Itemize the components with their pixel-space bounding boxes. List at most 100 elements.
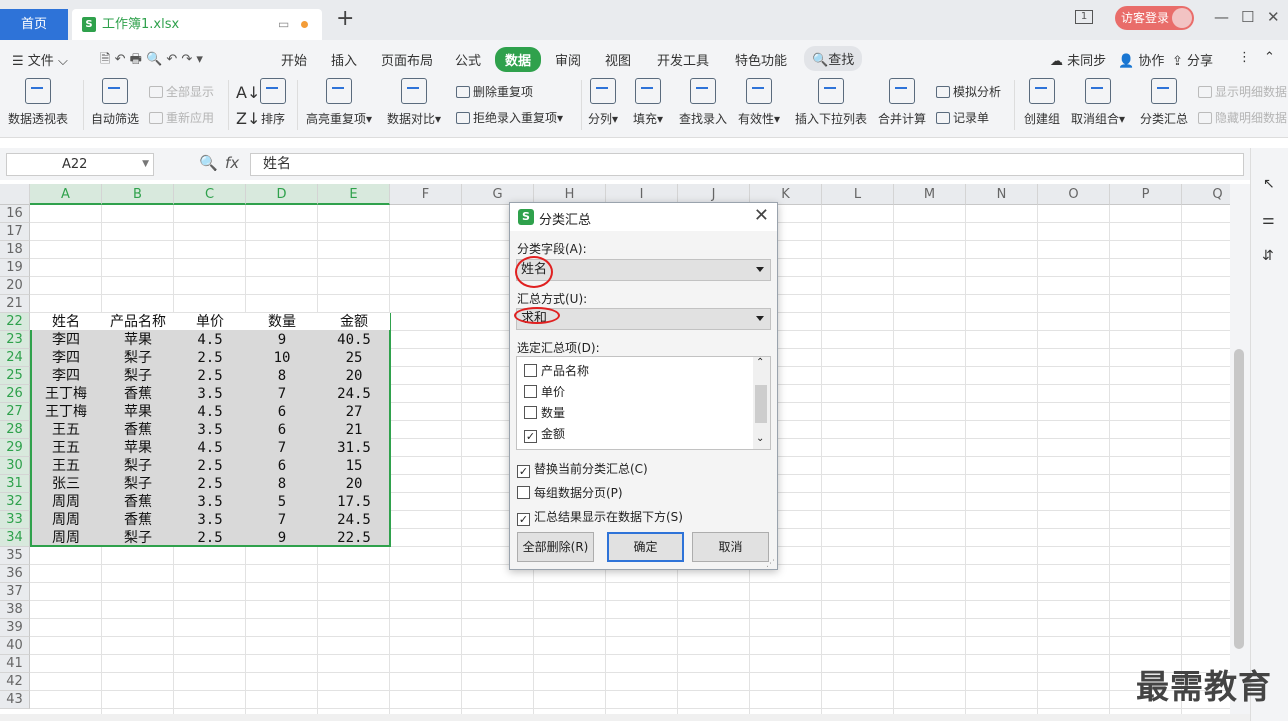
- table-cell[interactable]: 3.5: [174, 511, 246, 529]
- table-cell[interactable]: 王丁梅: [30, 403, 102, 421]
- row-header[interactable]: 18: [0, 241, 30, 259]
- column-header[interactable]: P: [1110, 184, 1182, 205]
- quick-access-icons[interactable]: 🗎 ↶ 🖶 🔍 ↶ ↷ ▾: [100, 50, 203, 72]
- row-header[interactable]: 37: [0, 583, 30, 601]
- record-sheet-button[interactable]: 记录单: [936, 109, 989, 126]
- menu-formula[interactable]: 公式: [455, 50, 481, 69]
- table-cell[interactable]: 22.5: [318, 529, 390, 547]
- remove-duplicates-button[interactable]: 删除重复项: [456, 83, 533, 100]
- table-cell[interactable]: 苹果: [102, 403, 174, 421]
- scrollbar-thumb[interactable]: [1234, 349, 1244, 649]
- table-cell[interactable]: 4.5: [174, 331, 246, 349]
- checkbox-checked[interactable]: ✓: [517, 513, 530, 526]
- table-cell[interactable]: 24.5: [318, 385, 390, 403]
- new-tab-button[interactable]: +: [336, 6, 354, 31]
- table-cell[interactable]: 梨子: [102, 457, 174, 475]
- row-header[interactable]: 43: [0, 691, 30, 709]
- table-cell[interactable]: 周周: [30, 493, 102, 511]
- validity-button[interactable]: 有效性▾: [738, 78, 780, 127]
- row-header[interactable]: 41: [0, 655, 30, 673]
- table-cell[interactable]: 王五: [30, 421, 102, 439]
- create-group-button[interactable]: 创建组: [1024, 78, 1060, 127]
- table-cell[interactable]: 香蕉: [102, 421, 174, 439]
- table-cell[interactable]: 2.5: [174, 529, 246, 547]
- minimize-icon[interactable]: —: [1214, 8, 1229, 26]
- field-select[interactable]: 姓名: [516, 259, 771, 281]
- row-header[interactable]: 20: [0, 277, 30, 295]
- table-cell[interactable]: 2.5: [174, 367, 246, 385]
- reject-duplicates-button[interactable]: 拒绝录入重复项▾: [456, 109, 563, 126]
- resize-grip-icon[interactable]: ⋰: [766, 559, 775, 569]
- table-cell[interactable]: 17.5: [318, 493, 390, 511]
- row-header[interactable]: 42: [0, 673, 30, 691]
- tab-home[interactable]: 首页: [0, 9, 68, 40]
- checkbox[interactable]: [524, 385, 537, 398]
- row-header[interactable]: 29: [0, 439, 30, 457]
- column-header[interactable]: A: [30, 184, 102, 205]
- sort-desc-icon[interactable]: Z↓: [236, 109, 260, 128]
- row-header[interactable]: 22: [0, 313, 30, 331]
- table-header-cell[interactable]: 金额: [318, 313, 390, 330]
- table-cell[interactable]: 2.5: [174, 349, 246, 367]
- table-cell[interactable]: 李四: [30, 367, 102, 385]
- table-cell[interactable]: 27: [318, 403, 390, 421]
- name-box[interactable]: A22 ▼: [6, 153, 154, 176]
- table-cell[interactable]: 3.5: [174, 493, 246, 511]
- share-button[interactable]: ⇪ 分享: [1172, 50, 1213, 69]
- table-header-cell[interactable]: 产品名称: [102, 313, 174, 330]
- column-header[interactable]: N: [966, 184, 1038, 205]
- insert-dropdown-button[interactable]: 插入下拉列表: [795, 78, 867, 127]
- column-header[interactable]: B: [102, 184, 174, 205]
- close-icon[interactable]: ✕: [754, 205, 769, 226]
- sync-button[interactable]: ☁ 未同步: [1050, 50, 1106, 69]
- table-header-cell[interactable]: 数量: [246, 313, 318, 330]
- column-header[interactable]: E: [318, 184, 390, 205]
- column-header[interactable]: Q: [1182, 184, 1230, 205]
- page-indicator-icon[interactable]: 1: [1075, 10, 1093, 24]
- checkbox[interactable]: [517, 486, 530, 499]
- table-cell[interactable]: 香蕉: [102, 385, 174, 403]
- checkbox[interactable]: [524, 364, 537, 377]
- menu-page-layout[interactable]: 页面布局: [381, 50, 433, 69]
- row-header[interactable]: 17: [0, 223, 30, 241]
- table-cell[interactable]: 9: [246, 529, 318, 547]
- subtotal-button[interactable]: 分类汇总: [1140, 78, 1188, 127]
- cancel-button[interactable]: 取消: [692, 532, 769, 562]
- more-icon[interactable]: ⋮: [1238, 50, 1251, 65]
- row-header[interactable]: 35: [0, 547, 30, 565]
- listbox-scrollbar[interactable]: ⌃ ⌄: [753, 357, 770, 449]
- menu-view[interactable]: 视图: [605, 50, 631, 69]
- row-header[interactable]: 31: [0, 475, 30, 493]
- file-menu[interactable]: ☰ 文件 ⌵: [12, 50, 68, 69]
- table-cell[interactable]: 梨子: [102, 475, 174, 493]
- fx-icon[interactable]: fx: [225, 154, 239, 172]
- row-header[interactable]: 39: [0, 619, 30, 637]
- table-cell[interactable]: 8: [246, 367, 318, 385]
- row-header[interactable]: 30: [0, 457, 30, 475]
- column-header[interactable]: C: [174, 184, 246, 205]
- table-cell[interactable]: 6: [246, 421, 318, 439]
- row-header[interactable]: 38: [0, 601, 30, 619]
- row-header[interactable]: 23: [0, 331, 30, 349]
- column-header[interactable]: D: [246, 184, 318, 205]
- table-cell[interactable]: 苹果: [102, 331, 174, 349]
- table-cell[interactable]: 21: [318, 421, 390, 439]
- sort-button[interactable]: 排序: [260, 78, 286, 127]
- table-header-cell[interactable]: 单价: [174, 313, 246, 330]
- table-cell[interactable]: 24.5: [318, 511, 390, 529]
- table-cell[interactable]: 8: [246, 475, 318, 493]
- table-cell[interactable]: 7: [246, 439, 318, 457]
- close-icon[interactable]: ✕: [1267, 8, 1280, 26]
- replace-option[interactable]: ✓ 替换当前分类汇总(C): [517, 460, 648, 478]
- table-cell[interactable]: 香蕉: [102, 493, 174, 511]
- vertical-scrollbar[interactable]: [1230, 184, 1250, 714]
- highlight-duplicates-button[interactable]: 高亮重复项▾: [306, 78, 372, 127]
- row-header[interactable]: 33: [0, 511, 30, 529]
- list-item[interactable]: ✓ 金额: [524, 425, 565, 443]
- table-header-cell[interactable]: 姓名: [30, 313, 102, 330]
- login-button[interactable]: 访客登录: [1115, 6, 1194, 30]
- table-cell[interactable]: 香蕉: [102, 511, 174, 529]
- remove-all-button[interactable]: 全部删除(R): [517, 532, 594, 562]
- row-header[interactable]: 26: [0, 385, 30, 403]
- table-cell[interactable]: 20: [318, 367, 390, 385]
